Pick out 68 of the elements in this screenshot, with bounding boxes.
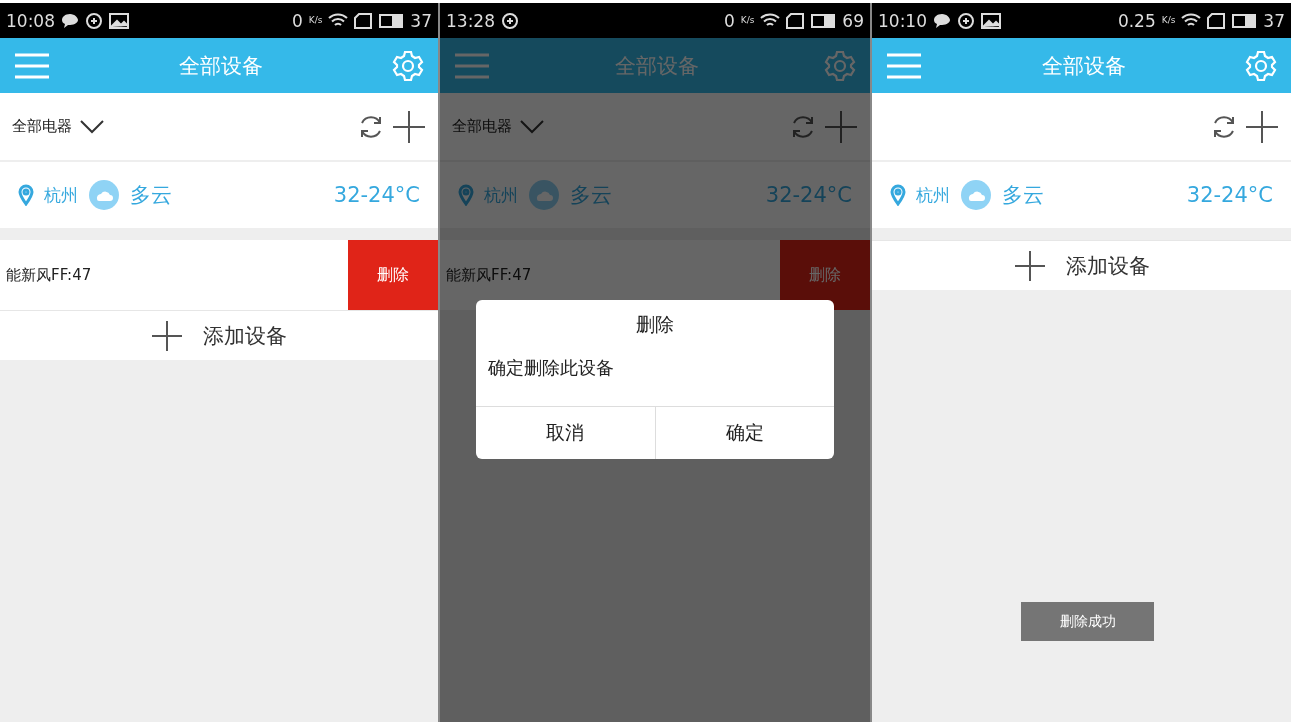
refresh-icon[interactable]: [358, 113, 384, 140]
sim-card-icon: [1207, 12, 1226, 29]
location-pin-icon: [890, 184, 906, 206]
status-time: 13:28: [446, 10, 495, 31]
refresh-icon[interactable]: [1211, 113, 1237, 140]
plus-icon[interactable]: [392, 109, 426, 144]
sim-card-icon: [786, 12, 805, 29]
settings-icon[interactable]: [1245, 49, 1277, 82]
cloud-icon: [528, 179, 560, 211]
status-time: 10:08: [6, 10, 55, 31]
menu-icon[interactable]: [14, 51, 50, 80]
dialog-title: 删除: [635, 312, 675, 337]
delete-button[interactable]: 删除: [348, 240, 438, 310]
dialog-message: 确定删除此设备: [487, 356, 615, 380]
temperature-range: 32-24°C: [333, 183, 420, 207]
sync-icon: [85, 11, 103, 30]
filter-dropdown[interactable]: 全部电器: [12, 117, 72, 136]
weather-condition: 多云: [130, 182, 172, 209]
header-title: 全部设备: [615, 52, 699, 80]
image-icon: [981, 12, 1001, 29]
battery-percent: 37: [1263, 10, 1285, 31]
menu-icon[interactable]: [886, 51, 922, 80]
speed-unit: K/s: [308, 16, 323, 25]
settings-icon[interactable]: [392, 49, 424, 82]
status-time: 10:10: [878, 10, 927, 31]
device-name: 能新风FF:47: [5, 265, 93, 285]
chat-bubble-icon: [61, 12, 79, 29]
cloud-icon: [960, 179, 992, 211]
settings-icon[interactable]: [824, 49, 856, 82]
city-name: 杭州: [484, 183, 518, 207]
device-row[interactable]: 能新风FF:47 删除: [0, 240, 438, 310]
chat-bubble-icon: [933, 12, 951, 29]
battery-percent: 69: [842, 10, 864, 31]
sim-card-icon: [354, 12, 373, 29]
sync-icon: [957, 11, 975, 30]
network-speed: 0: [291, 10, 303, 31]
battery-icon: [810, 12, 837, 29]
temperature-range: 32-24°C: [1186, 183, 1273, 207]
plus-icon: [1013, 249, 1046, 282]
add-device-button[interactable]: 添加设备: [872, 240, 1291, 290]
city-name: 杭州: [44, 183, 78, 207]
temperature-range: 32-24°C: [765, 183, 852, 207]
plus-icon: [151, 319, 183, 352]
weather-condition: 多云: [570, 182, 612, 209]
menu-icon[interactable]: [454, 51, 490, 80]
network-speed: 0: [723, 10, 735, 31]
image-icon: [109, 12, 129, 29]
location-pin-icon: [458, 184, 474, 206]
city-name: 杭州: [916, 183, 950, 207]
add-device-button[interactable]: 添加设备: [0, 310, 438, 360]
dialog-button[interactable]: 确定: [654, 407, 834, 459]
header-title: 全部设备: [179, 52, 263, 80]
device-name: 能新风FF:47: [445, 265, 533, 285]
speed-unit: K/s: [1161, 16, 1176, 25]
chevron-down-icon[interactable]: [80, 119, 104, 134]
battery-icon: [378, 12, 405, 29]
network-speed: 0.25: [1117, 10, 1156, 31]
weather-condition: 多云: [1002, 182, 1044, 209]
toast-message: 删除成功: [1021, 602, 1154, 641]
sync-icon: [501, 11, 519, 30]
dialog-button[interactable]: 取消: [476, 407, 655, 459]
battery-percent: 37: [410, 10, 432, 31]
plus-icon[interactable]: [1245, 109, 1279, 144]
cloud-icon: [88, 179, 120, 211]
battery-icon: [1231, 12, 1258, 29]
header-title: 全部设备: [1041, 52, 1126, 80]
speed-unit: K/s: [740, 16, 755, 25]
location-pin-icon: [18, 184, 34, 206]
